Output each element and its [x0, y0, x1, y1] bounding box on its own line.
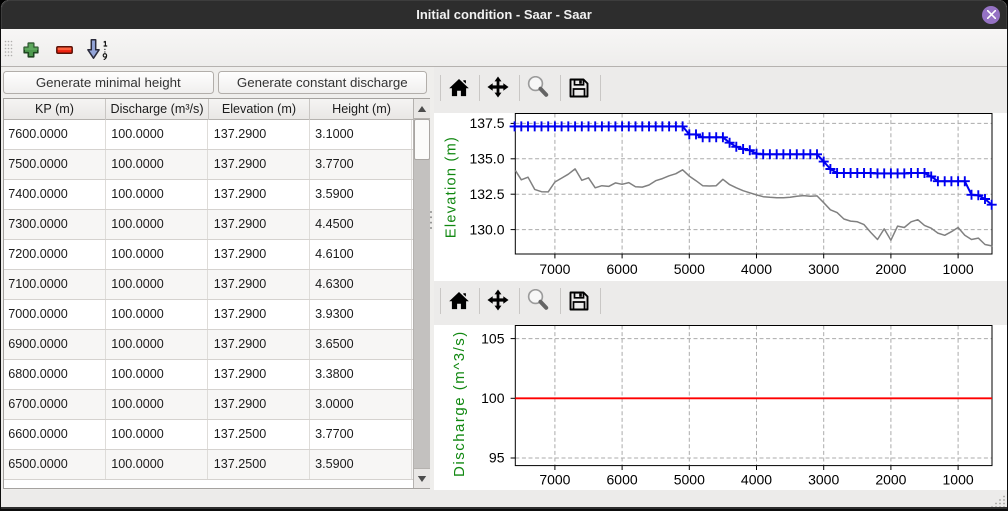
svg-text:7000: 7000 — [539, 261, 570, 277]
svg-text:1000: 1000 — [943, 261, 974, 277]
svg-text:132.5: 132.5 — [469, 186, 504, 202]
svg-text:4000: 4000 — [741, 472, 772, 488]
svg-text:5000: 5000 — [674, 261, 705, 277]
svg-text:6000: 6000 — [607, 261, 638, 277]
svg-text:3000: 3000 — [808, 472, 839, 488]
svg-text:135.0: 135.0 — [469, 151, 504, 167]
svg-text:7000: 7000 — [539, 472, 570, 488]
svg-text:Elevation (m): Elevation (m) — [444, 136, 460, 238]
svg-text:130.0: 130.0 — [469, 221, 504, 237]
svg-text:6000: 6000 — [607, 472, 638, 488]
svg-text:105: 105 — [481, 330, 505, 346]
svg-text:2000: 2000 — [875, 261, 906, 277]
svg-text:3000: 3000 — [808, 261, 839, 277]
svg-text:95: 95 — [489, 450, 505, 466]
svg-text:100: 100 — [481, 390, 505, 406]
svg-text:137.5: 137.5 — [469, 115, 504, 131]
svg-text:2000: 2000 — [875, 472, 906, 488]
svg-text:5000: 5000 — [674, 472, 705, 488]
svg-text:4000: 4000 — [741, 261, 772, 277]
svg-text:Discharge (m^3/s): Discharge (m^3/s) — [451, 330, 468, 477]
svg-text:1000: 1000 — [943, 472, 974, 488]
